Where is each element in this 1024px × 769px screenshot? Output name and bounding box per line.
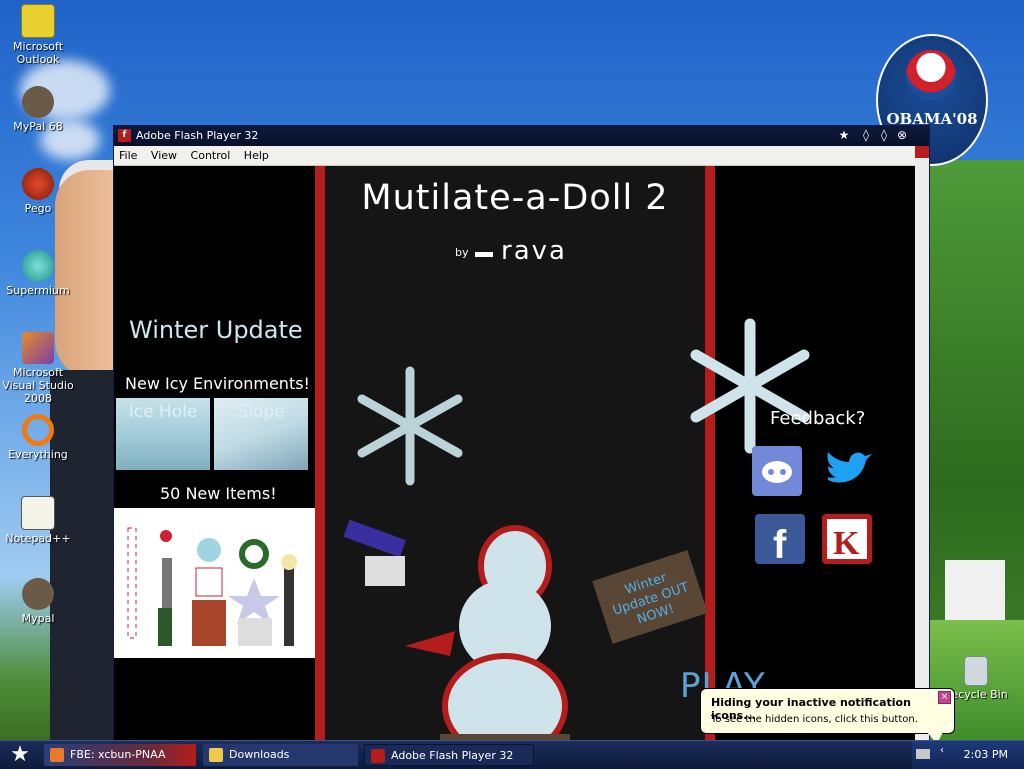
- notification-balloon[interactable]: Hiding your inactive notification icons.…: [700, 688, 955, 744]
- center-panel: Mutilate-a-Doll 2 by rava Winter Update …: [315, 166, 765, 746]
- taskbar-item-flash-player[interactable]: Adobe Flash Player 32: [364, 744, 534, 766]
- svg-text:K: K: [833, 525, 860, 562]
- flash-icon: [371, 749, 385, 763]
- icy-environments-heading: New Icy Environments!: [125, 374, 310, 393]
- menu-help[interactable]: Help: [239, 146, 274, 162]
- taskbar-item-label: Downloads: [229, 748, 290, 761]
- clock[interactable]: 2:03 PM: [964, 748, 1008, 761]
- notification-body: To see the hidden icons, click this butt…: [711, 714, 918, 725]
- snowflake-icon: [690, 318, 810, 454]
- environment-ice-hole[interactable]: Ice Hole: [116, 398, 210, 470]
- desktop-icon-mypal68[interactable]: MyPal 68: [0, 86, 76, 133]
- window-title: Adobe Flash Player 32: [136, 129, 259, 142]
- title-bar[interactable]: f Adobe Flash Player 32 ★ ◊ ◊ ⊗: [114, 126, 929, 146]
- desktop-icon-label: Notepad++: [5, 532, 71, 545]
- system-tray: ‹ 2:03 PM: [912, 741, 1024, 769]
- new-items-heading: 50 New Items!: [160, 484, 277, 503]
- desktop-icon-visual-studio[interactable]: Microsoft Visual Studio 2008: [0, 332, 76, 405]
- twitter-icon[interactable]: [822, 446, 872, 496]
- mypal-icon: [22, 578, 54, 610]
- game-canvas[interactable]: Winter Update New Icy Environments! Ice …: [114, 166, 915, 746]
- desktop-icon-label: Microsoft Outlook: [12, 40, 64, 66]
- taskbar-item-label: Adobe Flash Player 32: [391, 749, 514, 762]
- discord-icon[interactable]: [752, 446, 802, 496]
- show-hidden-icons-button[interactable]: ‹: [940, 745, 944, 756]
- environment-label: Ice Hole: [128, 402, 198, 422]
- browser-icon: [50, 748, 64, 762]
- desktop-icon-label: Supermium: [6, 284, 70, 297]
- environment-label: Slope: [237, 402, 285, 422]
- obama-logo-icon: [906, 50, 956, 100]
- winter-update-heading: Winter Update: [129, 316, 303, 344]
- window-edge: [915, 146, 929, 746]
- supermium-icon: [22, 250, 54, 282]
- minimize-button[interactable]: ◊: [858, 128, 874, 143]
- folder-icon: [209, 748, 223, 762]
- recycle-bin-icon: [964, 656, 988, 686]
- taskbar-item-browser[interactable]: FBE: xcbun-PNAA: [44, 744, 196, 766]
- maximize-button[interactable]: ◊: [876, 128, 892, 143]
- menu-control[interactable]: Control: [186, 146, 236, 162]
- author-name: rava: [501, 236, 567, 266]
- wallpaper-house: [945, 560, 1005, 620]
- notification-close-button[interactable]: ×: [938, 691, 951, 704]
- desktop-icon-outlook[interactable]: Microsoft Outlook: [0, 4, 76, 66]
- menu-bar: File View Control Help: [114, 146, 915, 166]
- start-button[interactable]: ★: [0, 741, 40, 769]
- close-button[interactable]: ⊗: [894, 128, 910, 143]
- desktop-icon-label: Microsoft Visual Studio 2008: [2, 366, 74, 405]
- items-preview: [114, 508, 319, 658]
- flash-player-window: f Adobe Flash Player 32 ★ ◊ ◊ ⊗ File Vie…: [113, 125, 930, 747]
- taskbar-item-downloads[interactable]: Downloads: [203, 744, 358, 766]
- outlook-icon: [21, 4, 55, 38]
- keyboard-icon[interactable]: [916, 749, 930, 759]
- taskbar-item-label: FBE: xcbun-PNAA: [70, 748, 166, 761]
- menu-file[interactable]: File: [114, 146, 142, 162]
- desktop-icon-mypal[interactable]: Mypal: [0, 578, 76, 625]
- feedback-heading: Feedback?: [770, 408, 866, 429]
- notepadpp-icon: [21, 496, 55, 530]
- menu-view[interactable]: View: [146, 146, 182, 162]
- desktop-icon-label: MyPal 68: [13, 120, 63, 133]
- environment-slope[interactable]: Slope: [214, 398, 308, 470]
- desktop-icon-label: Mypal: [21, 612, 55, 625]
- visual-studio-icon: [22, 332, 54, 364]
- desktop-icon-supermium[interactable]: Supermium: [0, 250, 76, 297]
- desktop-icon-label: Everything: [8, 448, 68, 461]
- snowflake-icon: [357, 366, 463, 486]
- desktop-icon-notepadpp[interactable]: Notepad++: [0, 496, 76, 545]
- desktop-icon-everything[interactable]: Everything: [0, 414, 76, 461]
- taskbar: ★ FBE: xcbun-PNAA Downloads Adobe Flash …: [0, 740, 1024, 769]
- svg-text:f: f: [773, 523, 787, 564]
- flash-icon: f: [118, 129, 131, 142]
- author-logo-bar: [475, 252, 493, 257]
- kongregate-icon[interactable]: K: [822, 514, 872, 564]
- pin-icon[interactable]: ★: [836, 128, 852, 143]
- facebook-icon[interactable]: f: [755, 514, 805, 567]
- everything-icon: [22, 414, 54, 446]
- desktop-icon-label: Pego: [24, 202, 52, 215]
- game-title: Mutilate-a-Doll 2: [361, 178, 669, 218]
- byline-by: by: [455, 246, 469, 259]
- items-illustration: [127, 527, 297, 646]
- desktop-icon-pego[interactable]: Pego: [0, 168, 76, 215]
- pego-icon: [22, 168, 54, 200]
- mypal-icon: [22, 86, 54, 118]
